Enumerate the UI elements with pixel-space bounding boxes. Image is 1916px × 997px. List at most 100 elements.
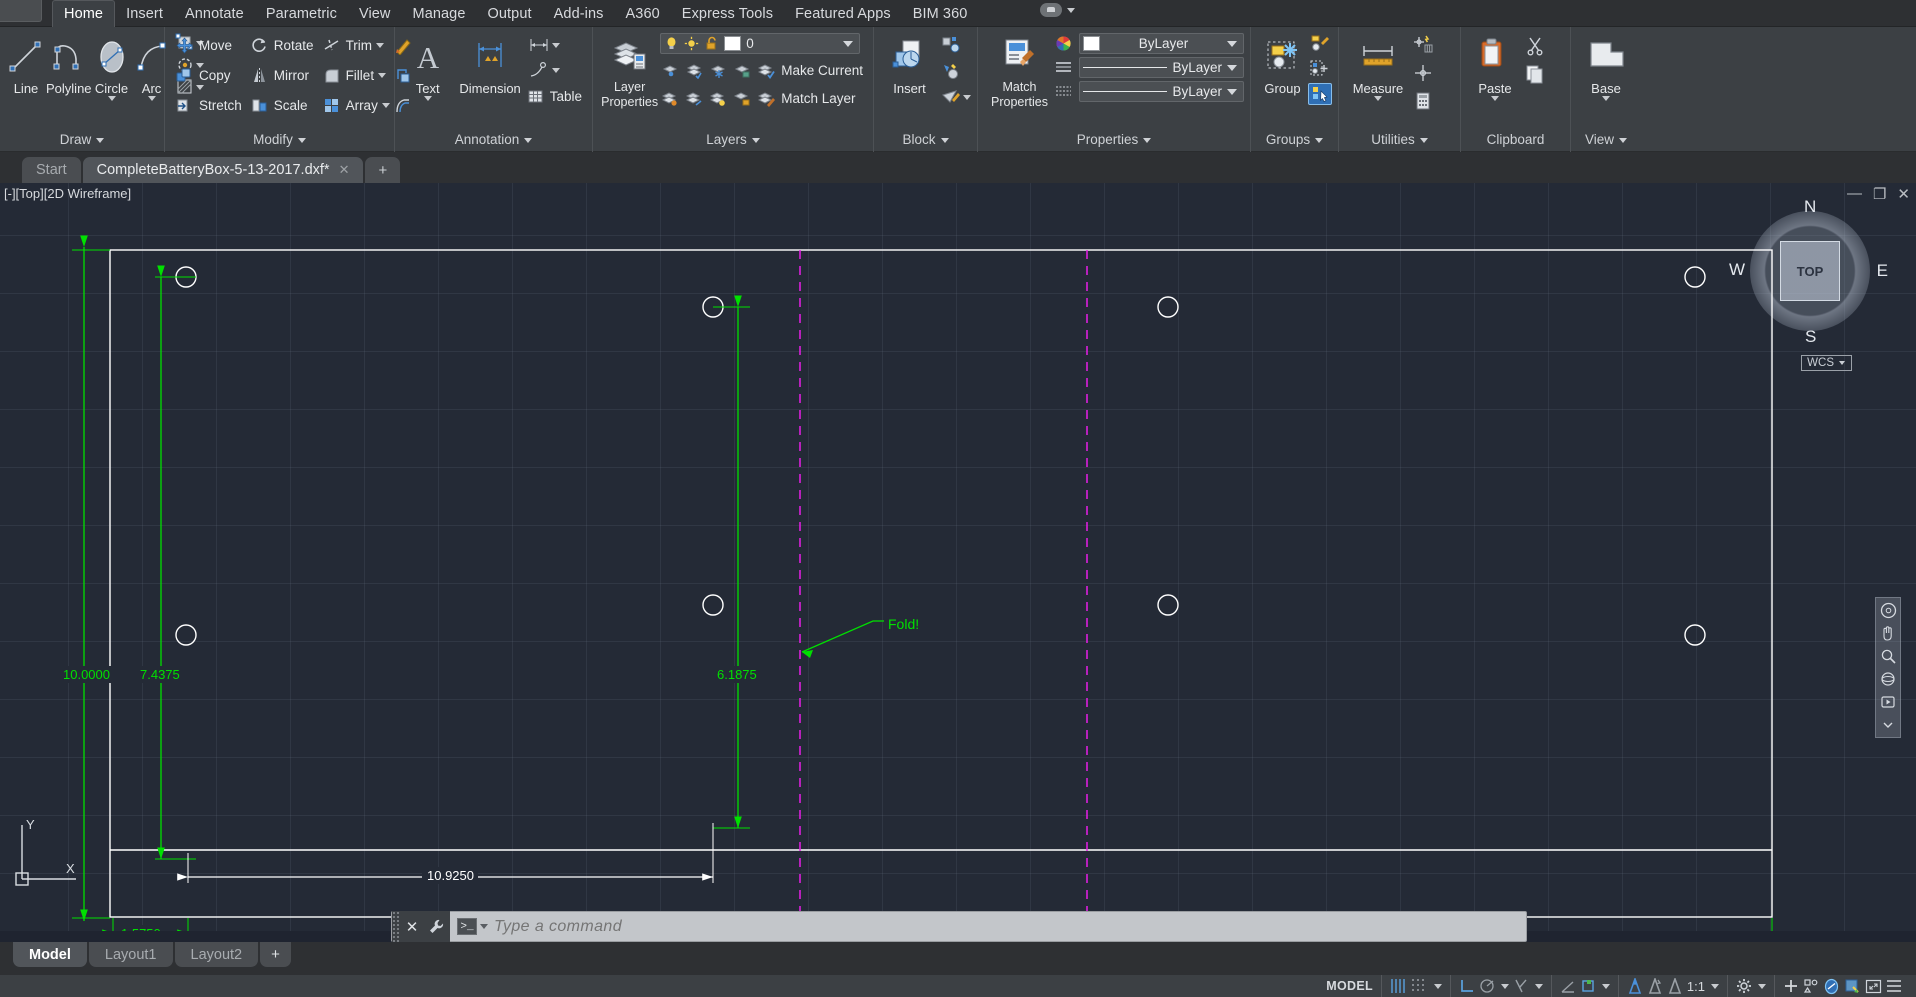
layer-properties-button[interactable]: Layer Properties (599, 31, 660, 109)
ribbon-tab-insert[interactable]: Insert (115, 0, 174, 27)
object-color-combo[interactable]: ByLayer (1079, 33, 1244, 54)
chevron-down-icon[interactable] (1227, 88, 1237, 95)
snap-mode-icon[interactable] (1411, 978, 1428, 994)
layer-lock-icon[interactable] (732, 89, 753, 108)
layer-unlock-icon[interactable] (732, 61, 753, 80)
chevron-down-icon[interactable] (381, 103, 390, 108)
create-block-icon[interactable] (939, 34, 963, 56)
chevron-down-icon[interactable] (551, 67, 560, 73)
panel-label-groups[interactable]: Groups (1251, 128, 1338, 152)
layout-tab-model[interactable]: Model (13, 942, 87, 967)
table-button[interactable]: Table (526, 84, 586, 109)
fullscreen-icon[interactable] (1865, 979, 1882, 994)
dimension-button[interactable]: Dimension (454, 32, 525, 96)
scale-button[interactable]: Scale (246, 93, 318, 118)
object-snap-tracking-icon[interactable] (1560, 978, 1576, 994)
text-button[interactable]: A Text (401, 32, 454, 101)
ribbon-tab-annotate[interactable]: Annotate (174, 0, 255, 27)
panel-label-modify[interactable]: Modify (165, 128, 394, 152)
layer-off-icon[interactable] (660, 89, 681, 108)
autoscale-icon[interactable] (1647, 978, 1663, 994)
group-button[interactable]: Group (1257, 32, 1308, 96)
drawing-canvas[interactable]: [-][Top][2D Wireframe] — ❐ ✕ TOP N S E W… (0, 183, 1916, 931)
panel-label-annotation[interactable]: Annotation (395, 128, 592, 152)
cut-icon[interactable] (1523, 35, 1547, 57)
chevron-down-icon[interactable] (107, 96, 116, 101)
ribbon-tab-output[interactable]: Output (477, 0, 543, 27)
annotation-visibility-icon[interactable] (1627, 978, 1643, 994)
panel-label-utilities[interactable]: Utilities (1339, 128, 1460, 152)
layer-previous-icon[interactable] (684, 89, 705, 108)
panel-label-clipboard[interactable]: Clipboard (1461, 128, 1570, 152)
ribbon-tab-bim360[interactable]: BIM 360 (902, 0, 979, 27)
edit-block-icon[interactable] (939, 60, 963, 82)
ribbon-tab-home[interactable]: Home (52, 0, 116, 27)
new-layout-button[interactable]: + (260, 942, 291, 967)
layer-unisolate-icon[interactable] (684, 61, 705, 80)
measure-button[interactable]: Measure (1345, 32, 1411, 101)
ribbon-tab-addins[interactable]: Add-ins (543, 0, 615, 27)
layer-selector-combo[interactable]: 0 (660, 33, 861, 54)
panel-label-properties[interactable]: Properties (978, 128, 1250, 152)
match-properties-button[interactable]: Match Properties (984, 31, 1055, 109)
command-history-icon[interactable]: >_ (457, 918, 477, 935)
group-selection-toggle[interactable] (1308, 83, 1332, 105)
line-button[interactable]: Line (6, 32, 46, 96)
file-tab-start[interactable]: Start (22, 157, 81, 183)
chevron-down-icon[interactable] (1601, 983, 1610, 989)
ribbon-tab-featured-apps[interactable]: Featured Apps (784, 0, 902, 27)
model-space-toggle[interactable]: MODEL (1326, 979, 1373, 993)
status-menu-icon[interactable] (1886, 979, 1902, 993)
calculator-icon[interactable] (1411, 90, 1435, 112)
copy-clip-icon[interactable] (1523, 63, 1547, 85)
customize-icon[interactable] (423, 911, 450, 942)
polar-tracking-icon[interactable] (1479, 978, 1495, 994)
chevron-down-icon[interactable] (378, 73, 387, 78)
layer-isolate-icon[interactable] (660, 61, 681, 80)
chevron-down-icon[interactable] (147, 96, 156, 101)
grid-display-icon[interactable] (1390, 978, 1407, 994)
plus-icon[interactable] (1783, 978, 1799, 994)
chevron-down-icon[interactable] (1711, 983, 1719, 989)
circle-button[interactable]: Circle (92, 32, 132, 101)
command-prompt-icon-group[interactable]: >_ (450, 918, 494, 935)
new-file-tab-button[interactable]: + (365, 157, 401, 183)
chevron-down-icon[interactable] (1227, 40, 1237, 47)
layer-color-swatch[interactable] (724, 36, 742, 51)
chevron-down-icon[interactable] (843, 40, 854, 47)
layer-freeze-icon[interactable] (708, 61, 729, 80)
chevron-down-icon[interactable] (1602, 96, 1610, 101)
close-icon[interactable]: ✕ (401, 911, 423, 942)
panel-label-view[interactable]: View (1571, 128, 1916, 152)
ribbon-tab-a360[interactable]: A360 (615, 0, 671, 27)
sun-icon[interactable] (684, 36, 699, 51)
lineweight-combo[interactable]: ByLayer (1079, 81, 1244, 102)
layout-tab-layout1[interactable]: Layout1 (88, 942, 173, 967)
paste-button[interactable]: Paste (1467, 32, 1523, 101)
application-menu-button[interactable] (0, 0, 42, 22)
ribbon-tab-manage[interactable]: Manage (402, 0, 477, 27)
file-tab-drawing[interactable]: CompleteBatteryBox-5-13-2017.dxf* ✕ (82, 157, 364, 183)
move-button[interactable]: Move (171, 33, 246, 58)
chevron-down-icon[interactable] (1758, 983, 1766, 989)
ribbon-display-options[interactable] (1040, 3, 1075, 17)
insert-button[interactable]: Insert (880, 32, 939, 96)
lightbulb-icon[interactable] (664, 36, 679, 51)
customization-icon[interactable] (1803, 978, 1819, 994)
linetype-combo[interactable]: ByLayer (1079, 57, 1244, 78)
dimension-style-icon[interactable] (526, 34, 552, 56)
layer-thaw-icon[interactable] (708, 89, 729, 108)
trim-button[interactable]: Trim (318, 33, 377, 58)
chevron-down-icon[interactable] (1227, 64, 1237, 71)
annotation-scale-icon[interactable] (1667, 978, 1683, 994)
chevron-down-icon[interactable] (1433, 983, 1442, 989)
panel-label-block[interactable]: Block (874, 128, 977, 152)
ribbon-tab-parametric[interactable]: Parametric (255, 0, 348, 27)
define-attributes-icon[interactable] (939, 86, 963, 108)
polyline-button[interactable]: Polyline (46, 32, 92, 96)
gear-icon[interactable] (1736, 978, 1752, 994)
unlock-icon[interactable] (704, 36, 719, 51)
dynamic-ucs-icon[interactable] (1580, 978, 1596, 994)
chevron-down-icon[interactable] (480, 924, 488, 929)
color-wheel-icon[interactable] (1055, 35, 1075, 52)
